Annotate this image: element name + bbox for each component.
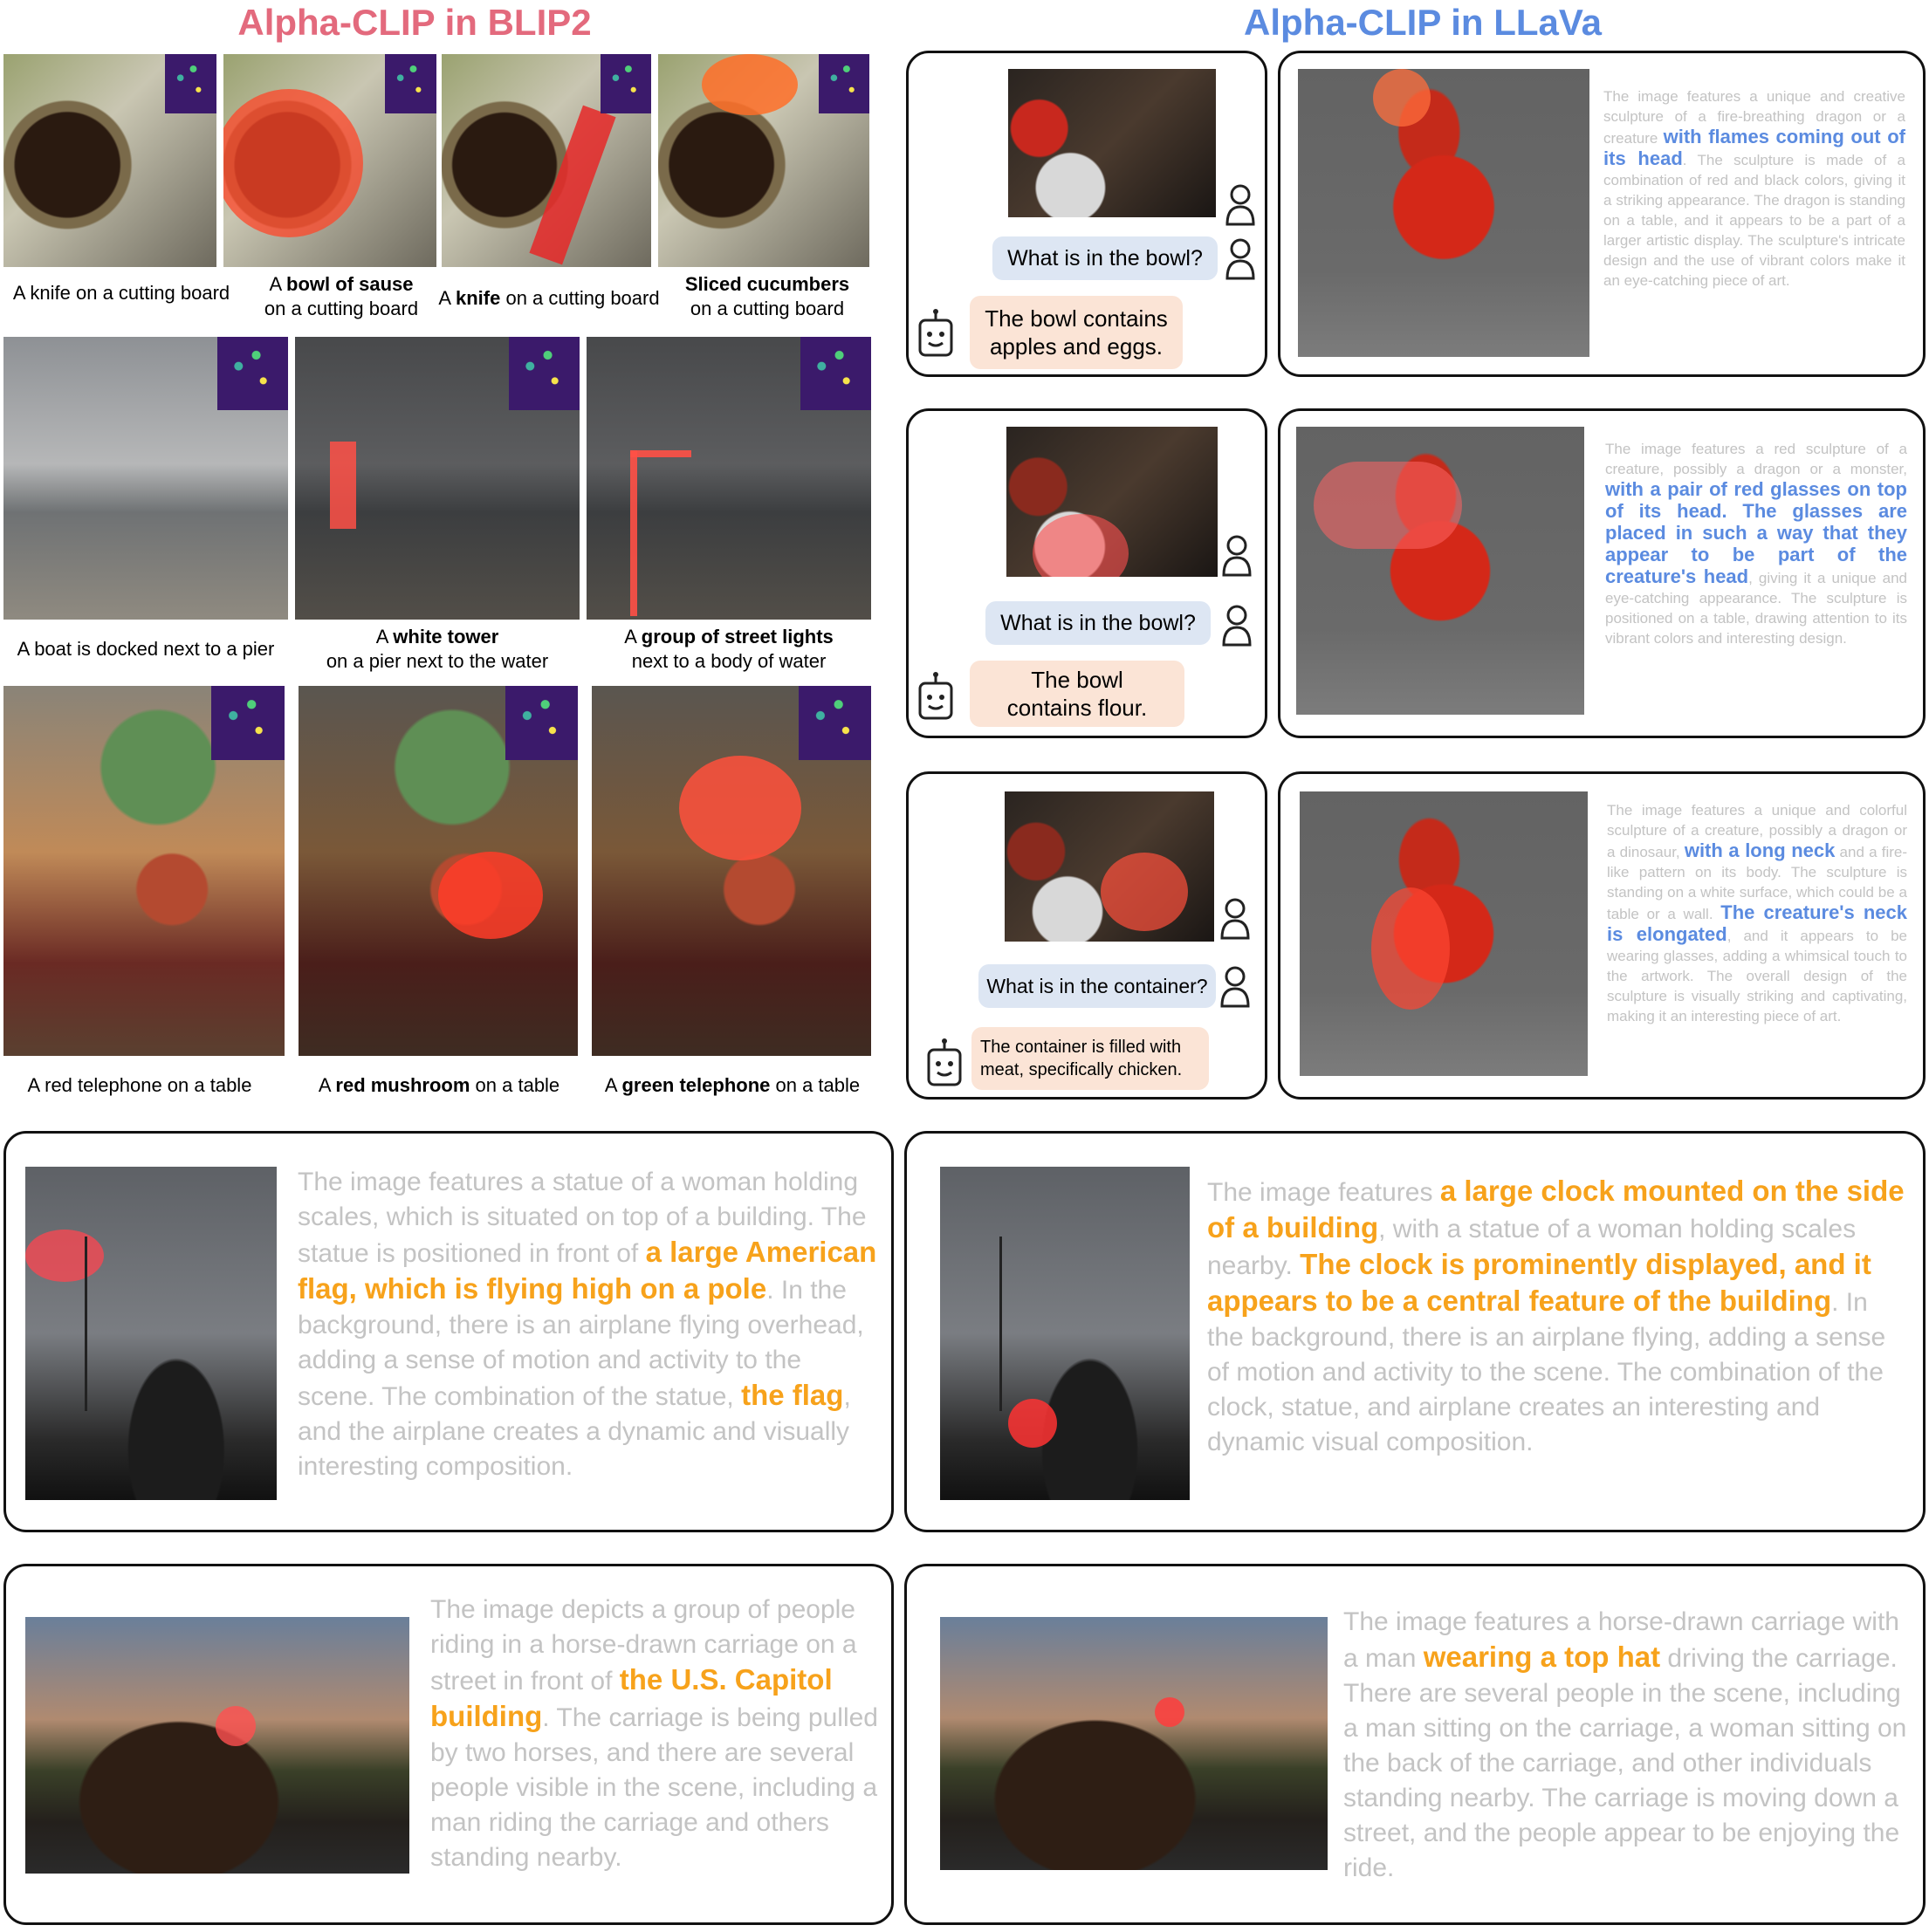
statue-card-clock: The image features a large clock mounted…	[904, 1131, 1926, 1532]
caption: A red mushroom on a table	[318, 1074, 560, 1096]
caption: A red telephone on a table	[27, 1074, 252, 1096]
chat-question: What is in the bowl?	[992, 236, 1218, 280]
highlight-capitol	[216, 1706, 256, 1746]
highlight-clock	[1008, 1399, 1057, 1448]
kitchen-image-2	[223, 54, 436, 267]
telephone-image-3	[592, 686, 871, 1056]
attention-heatmap	[505, 686, 578, 760]
chat-question: What is in the bowl?	[985, 601, 1211, 645]
robot-icon	[927, 1038, 962, 1086]
highlight-mushroom	[438, 852, 543, 939]
highlight-cucumbers	[702, 54, 798, 115]
dragon-sculpture-image	[1300, 791, 1588, 1076]
pier-image-3	[587, 337, 871, 620]
chat-card-1: What is in the bowl? The bowl contains a…	[906, 51, 1267, 377]
caption: A white tower on a pier next to the water	[326, 626, 549, 672]
highlight-tower	[330, 442, 356, 529]
chat-answer: The container is filled with meat, speci…	[971, 1027, 1209, 1090]
caption: A knife on a cutting board	[438, 287, 660, 309]
user-icon	[1220, 898, 1250, 940]
attention-heatmap	[211, 686, 285, 760]
kitchen-image-4	[658, 54, 869, 267]
flag-pole	[999, 1237, 1002, 1411]
statue-card-flag: The image features a statue of a woman h…	[3, 1131, 894, 1532]
pier-image-1	[3, 337, 288, 620]
telephone-image-2	[299, 686, 578, 1056]
llava-description: The image features a unique and creative…	[1603, 88, 1905, 289]
kitchen-scene-image	[1005, 791, 1214, 942]
user-icon	[1222, 535, 1252, 577]
dragon-card-3: The image features a unique and colorful…	[1278, 771, 1926, 1100]
llava-description: The image depicts a group of people ridi…	[430, 1595, 878, 1872]
dragon-card-1: The image features a unique and creative…	[1278, 51, 1926, 377]
dragon-sculpture-image	[1298, 69, 1589, 357]
llava-description: The image features a large clock mounted…	[1207, 1175, 1905, 1456]
caption: A knife on a cutting board	[12, 282, 230, 304]
user-icon	[1222, 605, 1252, 647]
highlight-streetlights	[630, 450, 637, 616]
kitchen-scene-image	[1006, 427, 1218, 577]
carriage-card-capitol: The image depicts a group of people ridi…	[3, 1564, 894, 1925]
highlight-container	[1101, 853, 1188, 931]
llava-title: Alpha-CLIP in LLaVa	[1244, 2, 1602, 43]
llava-description: The image features a horse-drawn carriag…	[1343, 1607, 1907, 1882]
chat-answer: The bowl contains apples and eggs.	[970, 296, 1183, 369]
attention-heatmap	[798, 686, 871, 760]
highlight-glasses	[1314, 462, 1462, 549]
highlight-lamp-arm	[630, 450, 691, 457]
statue-building-image	[25, 1167, 277, 1500]
user-icon	[1225, 238, 1255, 280]
blip2-title: Alpha-CLIP in BLIP2	[237, 2, 592, 43]
carriage-card-tophat: The image features a horse-drawn carriag…	[904, 1564, 1926, 1925]
highlight-top-hat	[1155, 1697, 1184, 1727]
highlight-knife	[529, 105, 616, 265]
caption: A boat is docked next to a pier	[17, 638, 275, 660]
attention-heatmap	[385, 54, 436, 114]
dragon-card-2: The image features a red sculpture of a …	[1278, 408, 1926, 738]
pier-image-2	[295, 337, 580, 620]
chat-card-3: What is in the container? The container …	[906, 771, 1267, 1100]
llava-description: The image features a statue of a woman h…	[298, 1168, 877, 1481]
llava-description: The image features a red sculpture of a …	[1605, 441, 1907, 647]
llava-description: The image features a unique and colorful…	[1607, 802, 1908, 1024]
telephone-image-1	[3, 686, 285, 1056]
caption: A green telephone on a table	[604, 1074, 861, 1096]
kitchen-scene-image	[1008, 69, 1216, 217]
attention-heatmap	[800, 337, 871, 411]
user-icon	[1225, 184, 1255, 226]
horse-carriage-image	[25, 1617, 409, 1874]
highlight-bowl	[223, 89, 363, 237]
attention-heatmap	[165, 54, 216, 114]
horse-carriage-image	[940, 1617, 1328, 1870]
caption: Sliced cucumbers on a cutting board	[684, 273, 850, 319]
caption: A bowl of sause on a cutting board	[264, 273, 419, 319]
highlight-flames	[1373, 69, 1431, 127]
kitchen-image-3	[442, 54, 651, 267]
attention-heatmap	[508, 337, 580, 411]
caption: A group of street lights next to a body o…	[624, 626, 834, 672]
highlight-telephone	[679, 756, 801, 860]
statue-building-image	[940, 1167, 1190, 1500]
highlight-neck	[1371, 887, 1450, 1010]
attention-heatmap	[601, 54, 651, 114]
attention-heatmap	[216, 337, 288, 411]
highlight-flag	[25, 1230, 104, 1282]
chat-card-2: What is in the bowl? The bowl contains f…	[906, 408, 1267, 738]
highlight-bowl	[1033, 514, 1129, 577]
robot-icon	[918, 672, 953, 720]
user-icon	[1220, 966, 1250, 1008]
robot-icon	[918, 309, 953, 357]
kitchen-image-1	[3, 54, 216, 267]
flag-pole	[85, 1237, 87, 1411]
dragon-sculpture-image	[1296, 427, 1584, 715]
attention-heatmap	[818, 54, 869, 114]
chat-question: What is in the container?	[978, 964, 1216, 1008]
chat-answer: The bowl contains flour.	[970, 661, 1184, 727]
